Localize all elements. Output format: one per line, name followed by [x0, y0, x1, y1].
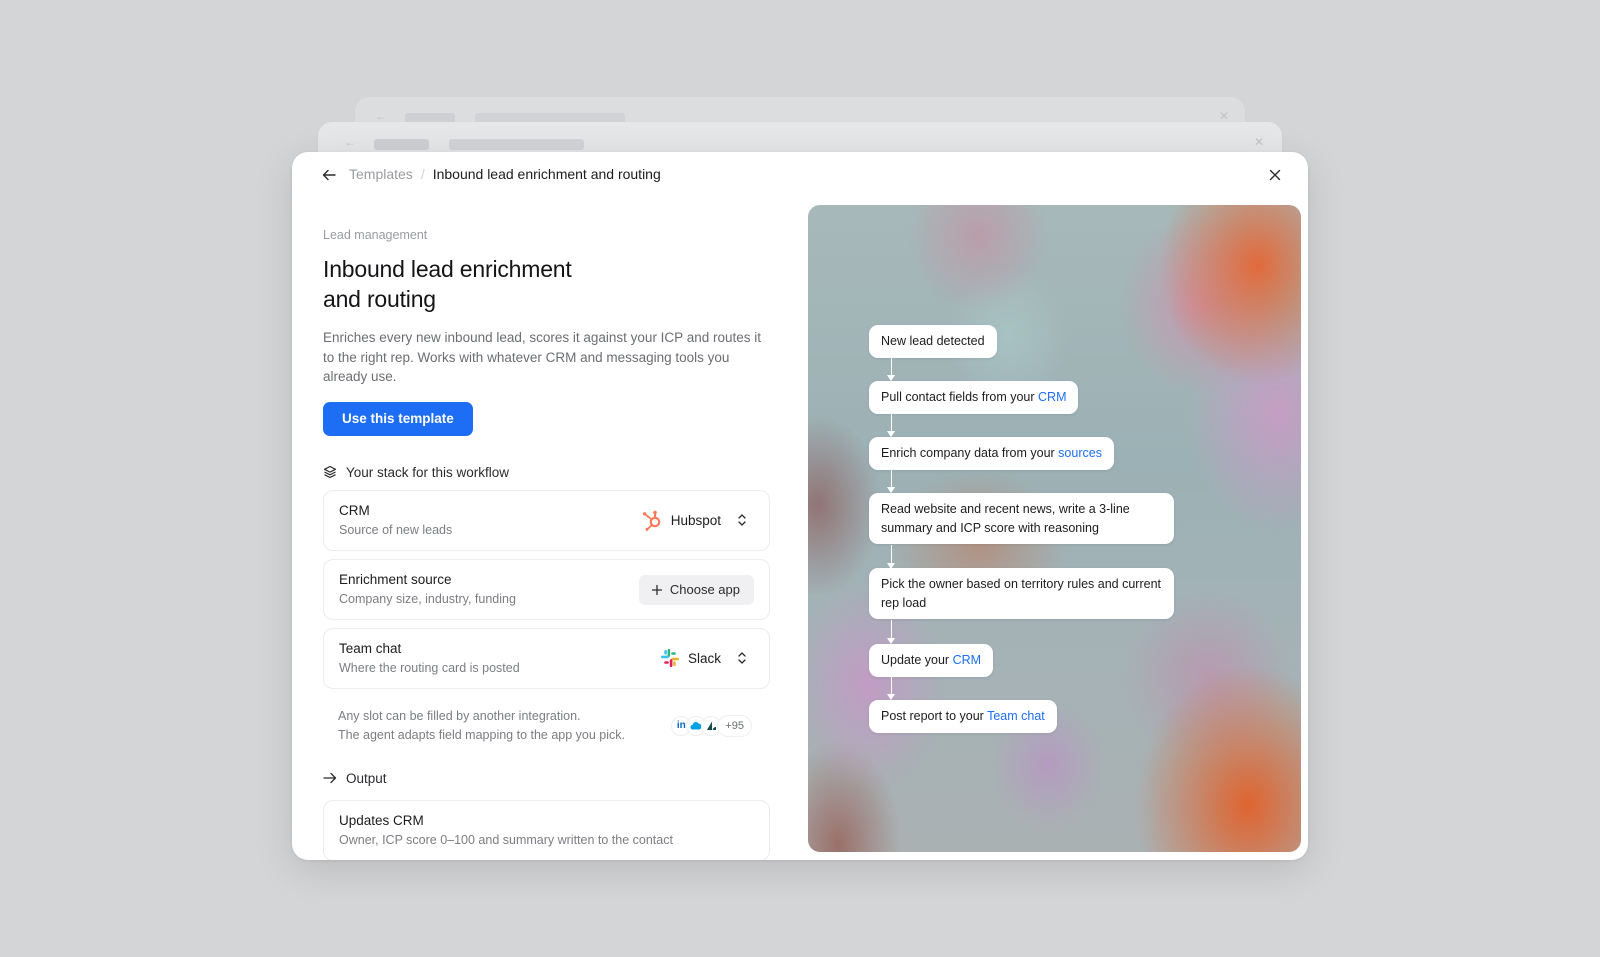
close-button[interactable]: [1264, 164, 1286, 186]
back-arrow-icon: ←: [344, 135, 356, 149]
title-line-1: Inbound lead enrichment: [323, 256, 572, 282]
integration-app-stack[interactable]: in +95: [671, 714, 752, 737]
title-line-2: and routing: [323, 286, 436, 312]
flow-step-text: New lead detected: [881, 334, 985, 348]
output-card-subtitle: Owner, ICP score 0–100 and summary writt…: [339, 832, 673, 847]
choose-app-button[interactable]: Choose app: [638, 574, 754, 605]
ghost-title: [449, 139, 584, 150]
breadcrumb: Templates / Inbound lead enrichment and …: [349, 166, 661, 182]
arrow-right-icon: [323, 771, 337, 785]
stack-heading-text: Your stack for this workflow: [346, 464, 510, 480]
flow-step-text: Enrich company data from your: [881, 446, 1059, 460]
breadcrumb-templates-link[interactable]: Templates: [349, 166, 413, 182]
template-description: Enriches every new inbound lead, scores …: [323, 330, 761, 384]
slot-name: CRM: [339, 502, 370, 518]
slot-name: Team chat: [339, 640, 402, 656]
flow-connector: [887, 620, 895, 644]
flow-step-link-sources[interactable]: sources: [1058, 446, 1102, 460]
chevron-up-down-icon: [738, 514, 746, 526]
template-modal: Templates / Inbound lead enrichment and …: [292, 152, 1308, 860]
more-apps-count: +95: [717, 714, 752, 737]
page-title: Inbound lead enrichment and routing: [323, 254, 770, 314]
slack-icon: [660, 649, 679, 667]
slot-subtitle: Where the routing card is posted: [339, 660, 520, 675]
flow-step-post-report: Post report to your Team chat: [869, 700, 1057, 733]
flow-connector: [887, 358, 895, 381]
slot-crm: CRM Source of new leads Hubspot: [323, 489, 770, 551]
flow-step-read-website: Read website and recent news, write a 3-…: [869, 493, 1174, 544]
flow-step-link-crm[interactable]: CRM: [1038, 390, 1066, 404]
hubspot-icon: [642, 510, 661, 531]
choose-app-label: Choose app: [669, 582, 740, 597]
slot-team-chat: Team chat Where the routing card is post…: [323, 627, 770, 689]
note-line-2: The agent adapts field mapping to the ap…: [338, 727, 625, 742]
note-line-1: Any slot can be filled by another integr…: [338, 708, 581, 723]
layers-icon: [323, 465, 337, 479]
workflow-preview-panel: New lead detected Pull contact fields fr…: [808, 205, 1301, 852]
team-chat-app-name: Slack: [687, 650, 721, 666]
integration-note: Any slot can be filled by another integr…: [323, 705, 770, 749]
flow-step-text: Read website and recent news, write a 3-…: [881, 502, 1130, 535]
output-card-title: Updates CRM: [339, 812, 424, 828]
team-chat-app-select[interactable]: Slack: [660, 629, 749, 688]
output-heading-text: Output: [346, 770, 387, 786]
ghost-breadcrumb: [374, 139, 429, 150]
flow-step-update-crm: Update your CRM: [869, 644, 994, 677]
flow-step-link-crm[interactable]: CRM: [953, 653, 981, 667]
output-card-updates-crm: Updates CRM Owner, ICP score 0–100 and s…: [323, 799, 770, 860]
template-details: Lead management Inbound lead enrichment …: [323, 228, 770, 860]
output-section-heading: Output: [323, 771, 770, 786]
crm-app-name: Hubspot: [670, 512, 721, 528]
slot-subtitle: Company size, industry, funding: [339, 591, 516, 606]
integration-note-text: Any slot can be filled by another integr…: [338, 707, 625, 745]
template-category: Lead management: [323, 228, 428, 242]
plus-icon: [651, 584, 663, 595]
stack-section-heading: Your stack for this workflow: [323, 465, 770, 480]
flow-step-pull-contact: Pull contact fields from your CRM: [869, 381, 1079, 414]
flow-connector: [887, 545, 895, 569]
flow-step-text: Pull contact fields from your: [881, 390, 1039, 404]
flow-step-text: Update your: [881, 653, 953, 667]
flow-step-new-lead: New lead detected: [869, 325, 997, 358]
back-button[interactable]: [318, 164, 340, 186]
flow-connector: [887, 414, 895, 437]
breadcrumb-separator: /: [420, 166, 425, 182]
slot-enrichment-source: Enrichment source Company size, industry…: [323, 558, 770, 620]
close-icon: ✕: [1253, 135, 1264, 149]
flow-connector: [887, 677, 895, 700]
flow-step-text: Pick the owner based on territory rules …: [881, 577, 1161, 610]
arrow-left-icon: [322, 169, 336, 181]
close-icon: [1269, 169, 1281, 181]
flow-step-link-team-chat[interactable]: Team chat: [987, 709, 1045, 723]
flow-connector: [887, 470, 895, 493]
crm-app-select[interactable]: Hubspot: [641, 491, 749, 550]
close-icon: ✕: [1218, 109, 1229, 123]
chevron-up-down-icon: [738, 652, 746, 664]
modal-topbar: Templates / Inbound lead enrichment and …: [292, 152, 1308, 196]
back-arrow-icon: ←: [375, 109, 387, 123]
flow-step-enrich-company: Enrich company data from your sources: [869, 437, 1114, 470]
use-template-button[interactable]: Use this template: [323, 401, 473, 436]
flow-step-text: Post report to your: [881, 709, 988, 723]
slot-subtitle: Source of new leads: [339, 522, 453, 537]
flow-step-pick-owner: Pick the owner based on territory rules …: [869, 568, 1174, 619]
slot-name: Enrichment source: [339, 571, 452, 587]
breadcrumb-current: Inbound lead enrichment and routing: [432, 166, 661, 182]
